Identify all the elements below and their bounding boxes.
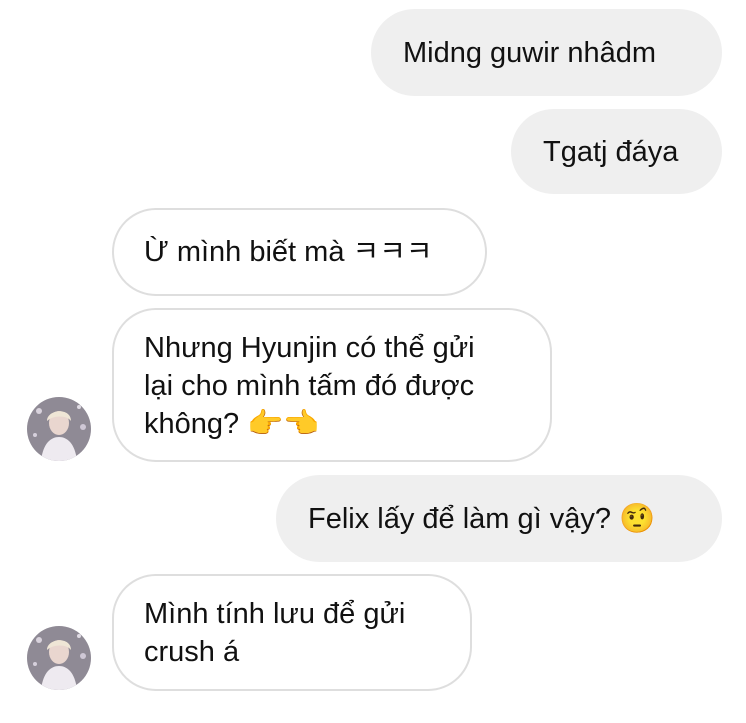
sent-message-bubble[interactable]: Tgatj đáya (511, 109, 722, 194)
message-text: Midng guwir nhâdm (403, 36, 657, 69)
message-text-line: Nhưng Hyunjin có thể gửi (144, 332, 475, 364)
received-message-bubble[interactable]: Ừ mình biết mà ㅋㅋㅋ (112, 208, 487, 296)
message-text: Tgatj đáya (543, 135, 679, 168)
message-text-line: lại cho mình tấm đó được (144, 370, 475, 402)
user-avatar-photo-icon[interactable] (27, 626, 91, 690)
user-avatar-photo-icon[interactable] (27, 397, 91, 461)
received-message-bubble[interactable]: Mình tính lưu để gửi crush á (112, 574, 472, 691)
message-text-line: không? 👉👈 (144, 408, 320, 440)
received-message-bubble[interactable]: Nhưng Hyunjin có thể gửi lại cho mình tấ… (112, 308, 552, 462)
sent-message-bubble[interactable]: Felix lấy để làm gì vậy? 🤨 (276, 475, 722, 562)
message-text-line: crush á (144, 636, 240, 668)
message-text-line: Mình tính lưu để gửi (144, 598, 406, 630)
message-text: Felix lấy để làm gì vậy? 🤨 (308, 502, 656, 535)
sent-message-bubble[interactable]: Midng guwir nhâdm (371, 9, 722, 96)
message-text: Ừ mình biết mà ㅋㅋㅋ (144, 236, 433, 268)
